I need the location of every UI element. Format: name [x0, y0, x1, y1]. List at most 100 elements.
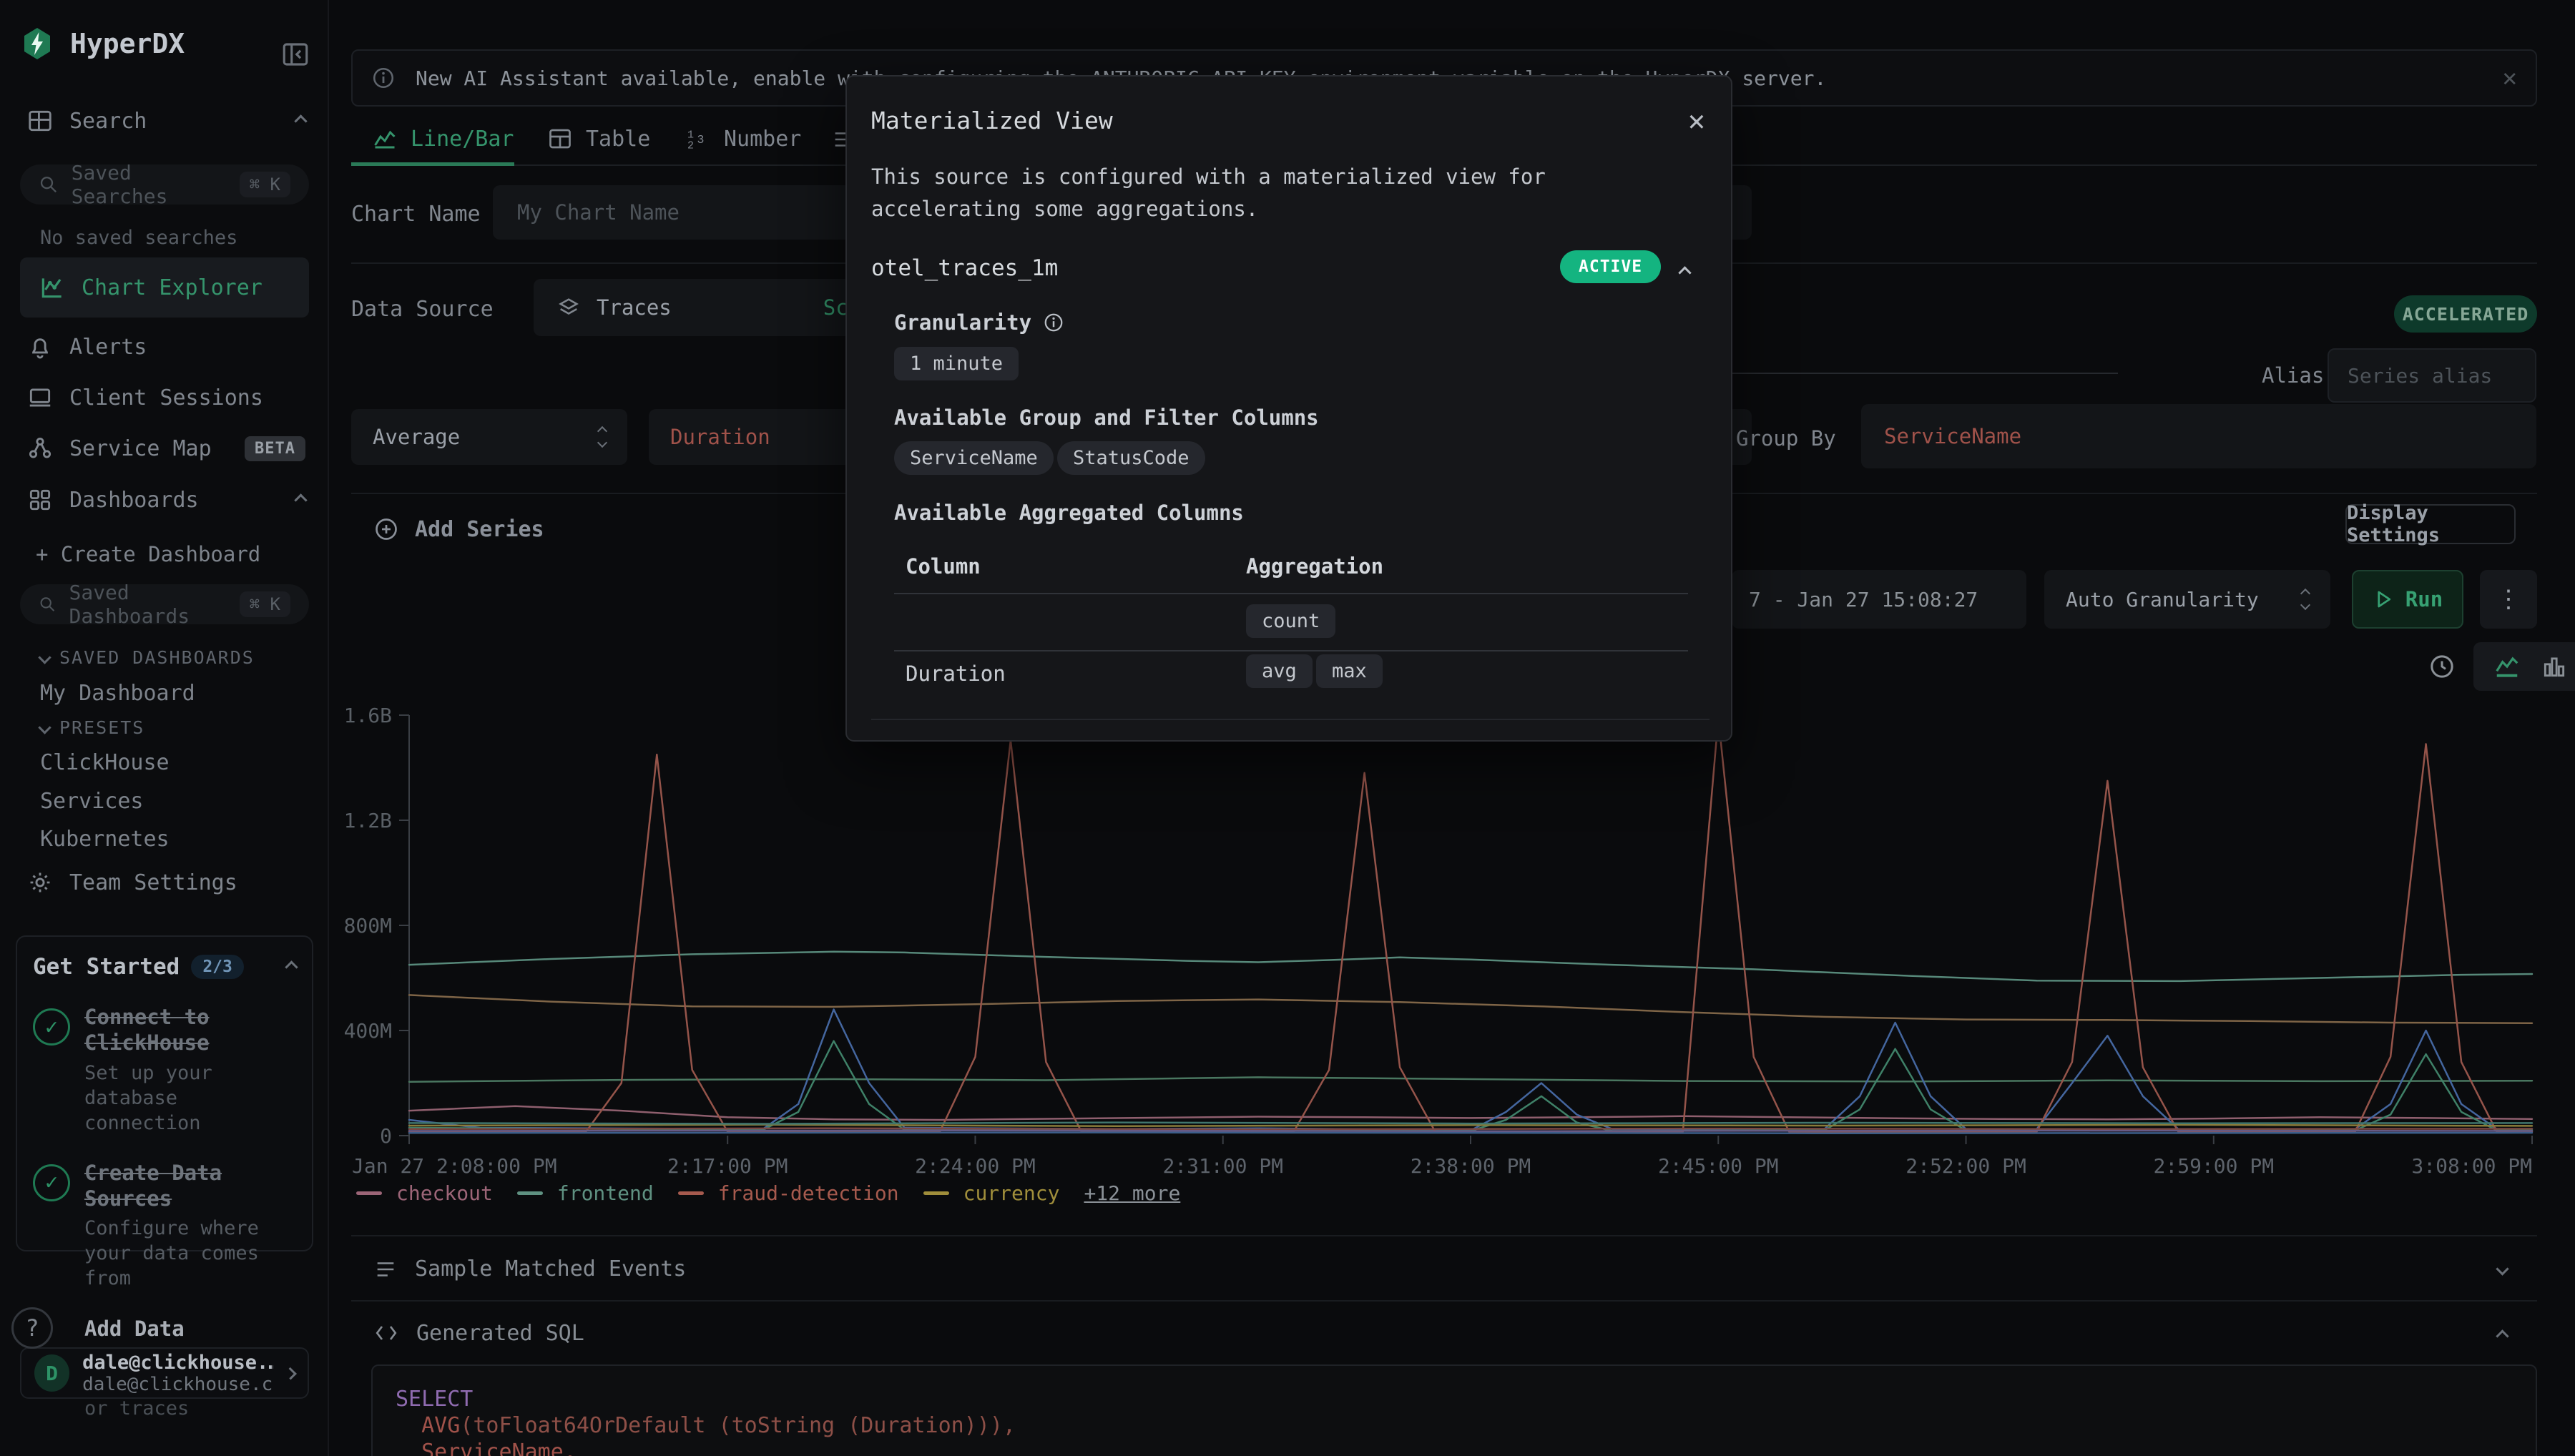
preset-clickhouse[interactable]: ClickHouse	[40, 750, 170, 775]
no-saved-searches-text: No saved searches	[40, 227, 237, 249]
info-icon[interactable]	[1043, 312, 1064, 333]
get-started-header[interactable]: Get Started 2/3	[33, 954, 296, 980]
chart-series-recommendation	[409, 1077, 2532, 1081]
sidebar-item-service-map[interactable]: Service Map BETA	[26, 435, 305, 462]
gear-icon	[26, 869, 54, 896]
aggregated-columns-heading: Available Aggregated Columns	[894, 501, 1707, 525]
chevron-right-icon	[284, 1367, 297, 1379]
app-title: HyperDX	[70, 28, 185, 59]
preset-kubernetes[interactable]: Kubernetes	[40, 827, 170, 852]
chart-series-cart	[409, 1010, 2532, 1131]
svg-text:0: 0	[380, 1124, 392, 1148]
legend-more-link[interactable]: +12 more	[1084, 1181, 1180, 1205]
dashboards-icon	[26, 486, 54, 513]
sidebar-item-chart-explorer[interactable]: Chart Explorer	[20, 257, 309, 318]
chart-legend: checkoutfrontendfraud-detectioncurrency …	[356, 1181, 1180, 1205]
legend-item-currency[interactable]: currency	[923, 1181, 1060, 1205]
chart-series-productcatalog	[409, 995, 2532, 1023]
table-header-aggregation: Aggregation	[1246, 554, 1383, 579]
shortcut-badge: ⌘ K	[240, 591, 290, 617]
svg-text:2:38:00 PM: 2:38:00 PM	[1411, 1154, 1531, 1178]
service-map-icon	[26, 435, 54, 462]
table-divider	[894, 593, 1688, 594]
legend-label: frontend	[557, 1181, 654, 1205]
search-icon	[39, 174, 59, 195]
sidebar-item-search[interactable]: Search	[26, 107, 305, 134]
code-icon	[373, 1320, 399, 1346]
sidebar-item-label: Search	[69, 109, 147, 134]
chart-series-checkout	[409, 1106, 2532, 1120]
collapse-sidebar-icon[interactable]	[280, 39, 310, 69]
app-root: HyperDX Search Saved Searches ⌘ K No sa	[0, 0, 2575, 1456]
sample-events-section-header[interactable]: Sample Matched Events	[373, 1256, 686, 1282]
check-circle-icon: ✓	[33, 1164, 70, 1201]
svg-text:400M: 400M	[344, 1019, 392, 1043]
legend-item-fraud-detection[interactable]: fraud-detection	[678, 1181, 899, 1205]
chevron-up-icon	[285, 960, 298, 973]
sql-function: AVG	[421, 1413, 460, 1438]
svg-text:2:45:00 PM: 2:45:00 PM	[1658, 1154, 1779, 1178]
get-started-item-desc: Configure where your data comes from	[84, 1216, 270, 1291]
sidebar-item-dashboards[interactable]: Dashboards	[26, 486, 305, 513]
duration-cell: Duration	[906, 661, 1006, 686]
get-started-item[interactable]: ✓ Create Data Sources Configure where yo…	[33, 1160, 296, 1292]
saved-dashboards-placeholder: Saved Dashboards	[69, 581, 226, 628]
legend-label: checkout	[396, 1181, 493, 1205]
legend-item-frontend[interactable]: frontend	[517, 1181, 654, 1205]
sidebar-item-alerts[interactable]: Alerts	[26, 333, 305, 360]
saved-dashboards-input[interactable]: Saved Dashboards ⌘ K	[20, 584, 309, 624]
sidebar-item-client-sessions[interactable]: Client Sessions	[26, 384, 305, 411]
sidebar-item-team-settings[interactable]: Team Settings	[26, 869, 305, 896]
modal-description: This source is configured with a materia…	[871, 161, 1707, 225]
get-started-item-title: Create Data Sources	[84, 1160, 249, 1212]
search-group-icon	[26, 107, 54, 134]
progress-badge: 2/3	[191, 955, 244, 979]
svg-text:800M: 800M	[344, 914, 392, 938]
generated-sql-code[interactable]: SELECT AVG(toFloat64OrDefault (toString …	[371, 1364, 2537, 1456]
saved-dashboards-section[interactable]: SAVED DASHBOARDS	[40, 647, 255, 668]
sql-args: (toFloat64OrDefault (toString (Duration)…	[460, 1413, 1016, 1438]
sidebar-item-label: Chart Explorer	[82, 275, 263, 300]
get-started-item-title: Connect to ClickHouse	[84, 1004, 249, 1056]
svg-text:1.6B: 1.6B	[344, 704, 392, 727]
chevron-up-icon	[294, 493, 307, 506]
user-menu[interactable]: D dale@clickhouse.… dale@clickhouse.c…	[20, 1347, 309, 1399]
create-dashboard-button[interactable]: + Create Dashboard	[36, 542, 260, 566]
modal-close-icon[interactable]: ✕	[1688, 107, 1705, 135]
chart-series-frontend	[409, 952, 2532, 981]
get-started-panel: Get Started 2/3 ✓ Connect to ClickHouse …	[16, 935, 313, 1251]
legend-item-checkout[interactable]: checkout	[356, 1181, 493, 1205]
presets-section[interactable]: PRESETS	[40, 717, 144, 738]
generated-sql-section-header[interactable]: Generated SQL	[373, 1320, 584, 1346]
filter-column-chip: ServiceName	[894, 441, 1054, 475]
sidebar-item-label: Service Map	[69, 436, 212, 461]
legend-swatch-icon	[678, 1191, 704, 1195]
active-status-badge: ACTIVE	[1560, 250, 1661, 283]
legend-label: fraud-detection	[718, 1181, 899, 1205]
chevron-down-icon	[38, 721, 51, 734]
table-divider	[871, 719, 1710, 720]
legend-swatch-icon	[923, 1191, 949, 1195]
help-button[interactable]: ?	[11, 1307, 53, 1349]
sql-keyword: SELECT	[396, 1387, 473, 1412]
dashboard-link-my-dashboard[interactable]: My Dashboard	[40, 681, 195, 706]
get-started-item-desc: Set up your database connection	[84, 1061, 270, 1136]
avatar: D	[34, 1354, 69, 1392]
saved-searches-input[interactable]: Saved Searches ⌘ K	[20, 164, 309, 205]
monitor-icon	[26, 384, 54, 411]
granularity-heading: Granularity	[894, 310, 1707, 335]
hyperdx-logo-icon	[20, 26, 54, 61]
saved-searches-placeholder: Saved Searches	[72, 161, 227, 208]
chart-series-currency	[409, 1125, 2532, 1126]
sidebar-item-label: Dashboards	[69, 488, 199, 513]
sidebar-item-label: Alerts	[69, 335, 147, 360]
chart-series-payment	[409, 1128, 2532, 1130]
sql-field: ServiceName,	[421, 1440, 577, 1456]
preset-services[interactable]: Services	[40, 789, 144, 814]
app-logo[interactable]: HyperDX	[20, 26, 185, 61]
get-started-item[interactable]: ✓ Connect to ClickHouse Set up your data…	[33, 1004, 296, 1136]
divider	[351, 1235, 2537, 1236]
granularity-chip: 1 minute	[894, 347, 1019, 380]
get-started-item-title: Add Data	[84, 1316, 263, 1342]
table-header-column: Column	[906, 554, 981, 579]
